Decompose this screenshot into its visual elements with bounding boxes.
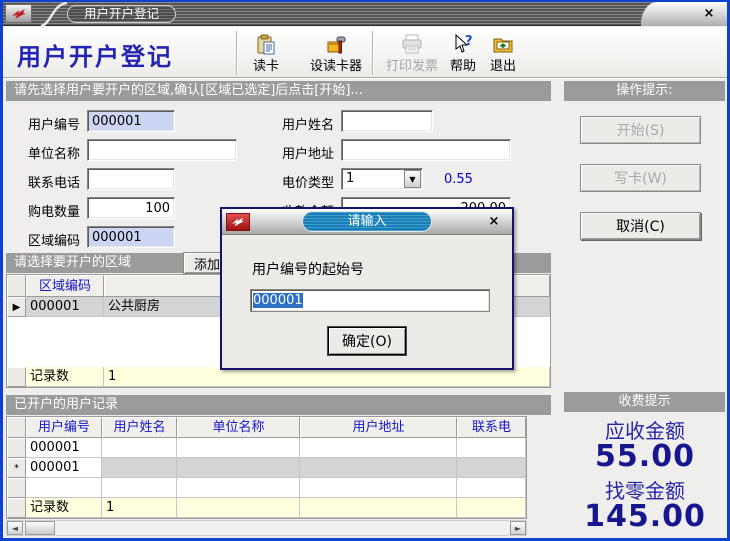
new-row-marker: *	[7, 458, 26, 478]
app-window: 用户开户登记 × 用户开户登记 读卡 设读卡器	[0, 0, 730, 541]
svg-text:?: ?	[465, 34, 473, 49]
fee-panel-bar: 收费提示	[564, 392, 725, 412]
table-row[interactable]: * 000001	[7, 458, 526, 478]
chevron-down-icon[interactable]: ▼	[404, 170, 421, 188]
exit-icon	[492, 33, 514, 55]
record-count-value: 1	[104, 367, 550, 387]
ops-panel-bar: 操作提示:	[564, 81, 725, 101]
read-card-button[interactable]: 读卡	[243, 31, 289, 77]
help-icon: ?	[452, 33, 474, 55]
input-dialog: 请输入 × 用户编号的起始号 000001 确定(O)	[220, 207, 514, 370]
record-count-label: 记录数	[26, 498, 102, 518]
user-id-input[interactable]	[87, 110, 175, 132]
dialog-title: 请输入	[302, 211, 432, 232]
user-name-input[interactable]	[341, 110, 433, 132]
region-code-cell: 000001	[26, 297, 104, 317]
unit-name-label: 单位名称	[28, 143, 80, 162]
user-address-label: 用户地址	[282, 143, 334, 162]
scrollbar-thumb[interactable]	[25, 521, 55, 535]
tool-label: 退出	[490, 55, 516, 74]
purchase-qty-input[interactable]	[87, 197, 175, 219]
dialog-text-input[interactable]: 000001	[250, 289, 490, 312]
form-instruction-bar: 请先选择用户要开户的区域,确认[区域已选定]后点击[开始]...	[6, 81, 551, 101]
price-type-select[interactable]: 1 ▼	[341, 168, 423, 190]
dialog-close-icon[interactable]: ×	[486, 214, 502, 230]
setup-reader-button[interactable]: 设读卡器	[305, 31, 367, 77]
region-table-footer: 记录数 1	[7, 367, 550, 387]
record-count-value: 1	[102, 498, 177, 518]
print-invoice-button[interactable]: 打印发票	[379, 31, 445, 77]
tool-label: 打印发票	[386, 55, 438, 74]
user-table-footer: 记录数 1	[7, 498, 526, 518]
record-count-label: 记录数	[26, 367, 104, 387]
right-panel: 操作提示: 开始(S) 写卡(W) 取消(C) 收费提示 应收金额 55.00 …	[564, 79, 726, 537]
col-unit-name[interactable]: 单位名称	[177, 417, 300, 438]
col-address[interactable]: 用户地址	[300, 417, 457, 438]
tool-label: 读卡	[253, 55, 279, 74]
col-phone[interactable]: 联系电	[457, 417, 526, 438]
printer-icon	[401, 33, 423, 55]
reader-setup-icon	[325, 33, 347, 55]
scroll-right-icon[interactable]: ►	[510, 521, 526, 535]
exit-button[interactable]: 退出	[486, 31, 520, 77]
phone-input[interactable]	[87, 168, 175, 190]
tool-label: 帮助	[450, 55, 476, 74]
card-reader-icon	[255, 33, 277, 55]
dialog-titlebar[interactable]: 请输入 ×	[222, 209, 512, 235]
area-code-label: 区域编码	[28, 230, 80, 249]
receivable-value: 55.00	[564, 439, 726, 474]
user-id-label: 用户编号	[28, 114, 80, 133]
table-row[interactable]	[7, 478, 526, 498]
unit-name-input[interactable]	[87, 139, 237, 161]
region-header-marker	[7, 275, 26, 297]
region-col-code[interactable]: 区域编码	[26, 275, 104, 297]
toolbar-separator	[236, 31, 237, 75]
ok-button[interactable]: 确定(O)	[328, 327, 406, 355]
table-row[interactable]: 000001	[7, 438, 526, 458]
user-records-table: 用户编号 用户姓名 单位名称 用户地址 联系电 000001 * 000001	[6, 416, 527, 519]
user-records-bar: 已开户的用户记录	[6, 395, 551, 415]
selected-text: 000001	[253, 293, 303, 308]
price-type-value: 1	[346, 171, 354, 186]
area-code-input[interactable]	[87, 226, 175, 248]
change-value: 145.00	[564, 499, 726, 534]
window-titlebar[interactable]: 用户开户登记 ×	[3, 2, 727, 26]
page-title: 用户开户登记	[17, 37, 173, 72]
toolbar-separator	[372, 31, 373, 75]
titlebar-right-cap: ×	[641, 2, 727, 26]
dialog-logo-icon	[226, 213, 250, 231]
toolbar: 用户开户登记 读卡 设读卡器	[3, 27, 727, 79]
user-address-input[interactable]	[341, 139, 511, 161]
user-table-header: 用户编号 用户姓名 单位名称 用户地址 联系电	[7, 417, 526, 438]
col-user-id[interactable]: 用户编号	[26, 417, 102, 438]
col-user-name[interactable]: 用户姓名	[102, 417, 177, 438]
horizontal-scrollbar[interactable]: ◄ ►	[6, 520, 527, 536]
price-type-label: 电价类型	[282, 172, 334, 191]
scroll-left-icon[interactable]: ◄	[7, 521, 23, 535]
user-name-label: 用户姓名	[282, 114, 334, 133]
window-title: 用户开户登记	[67, 5, 176, 23]
purchase-qty-label: 购电数量	[28, 201, 80, 220]
phone-label: 联系电话	[28, 172, 80, 191]
dialog-prompt-label: 用户编号的起始号	[252, 259, 364, 279]
tool-label: 设读卡器	[310, 55, 362, 74]
app-logo-icon	[5, 4, 32, 23]
close-icon[interactable]: ×	[701, 6, 717, 22]
cancel-button[interactable]: 取消(C)	[580, 212, 701, 240]
start-button[interactable]: 开始(S)	[580, 116, 701, 144]
write-card-button[interactable]: 写卡(W)	[580, 164, 701, 192]
help-button[interactable]: ? 帮助	[446, 31, 480, 77]
price-rate-value: 0.55	[444, 172, 473, 187]
current-row-marker-icon: ▶	[7, 297, 26, 317]
